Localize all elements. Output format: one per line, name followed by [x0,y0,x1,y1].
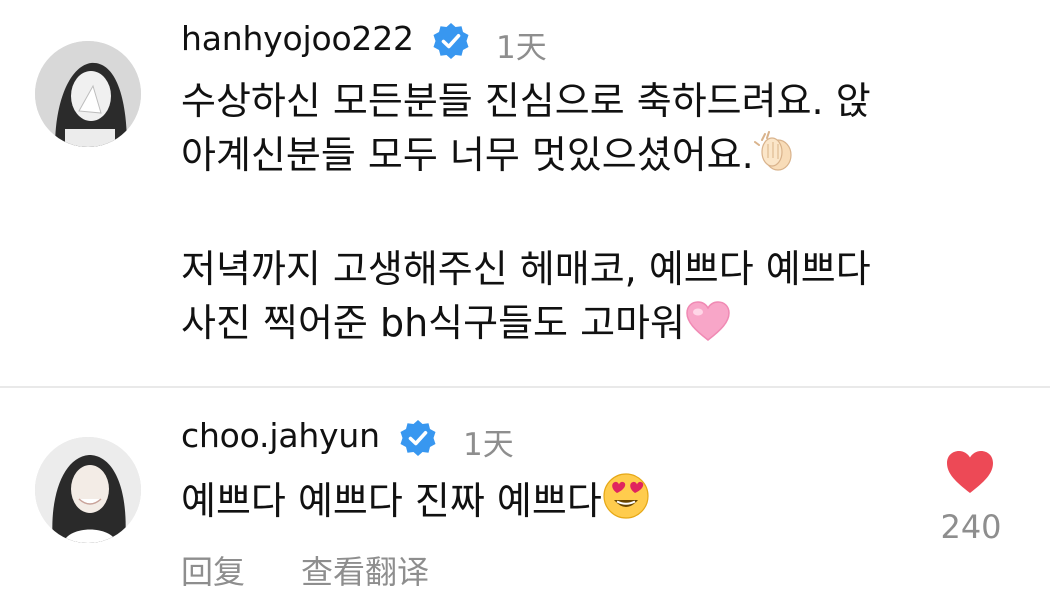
avatar-hanhyojoo222[interactable] [35,41,141,147]
like-heart-icon[interactable] [945,449,995,495]
comment-line-blank [181,188,871,242]
verified-badge-icon [400,420,436,456]
reply-button[interactable]: 回复 [181,547,245,593]
comment-line: 사진 찍어준 bh식구들도 고마워 [181,296,871,356]
comment-time: 1天 [496,30,547,66]
comment-line: 수상하신 모든분들 진심으로 축하드려요. 앉 [181,79,871,123]
comment-text: 예쁘다 예쁘다 진짜 예쁘다 [181,472,650,534]
comment-divider [0,386,1050,388]
avatar-choo-jahyun[interactable] [35,437,141,543]
verified-badge-icon [433,23,469,59]
avatar-photo [35,437,141,543]
comment-text: 수상하신 모든분들 진심으로 축하드려요. 앉 아계신분들 모두 너무 멋있으셨… [181,74,871,356]
clapping-hands-icon [753,130,798,188]
comment-username[interactable]: choo.jahyun [181,416,380,455]
comment-line: 저녁까지 고생해주신 헤매코, 예쁘다 예쁘다 [181,247,871,291]
comment-time: 1天 [463,427,514,463]
comment-username[interactable]: hanhyojoo222 [181,19,414,58]
comment-line: 아계신분들 모두 너무 멋있으셨어요. [181,128,871,188]
pink-heart-icon [685,300,731,356]
avatar-photo [35,41,141,147]
like-count: 240 [940,508,1002,546]
view-translation-button[interactable]: 查看翻译 [301,547,429,593]
heart-eyes-emoji-icon [602,472,650,534]
